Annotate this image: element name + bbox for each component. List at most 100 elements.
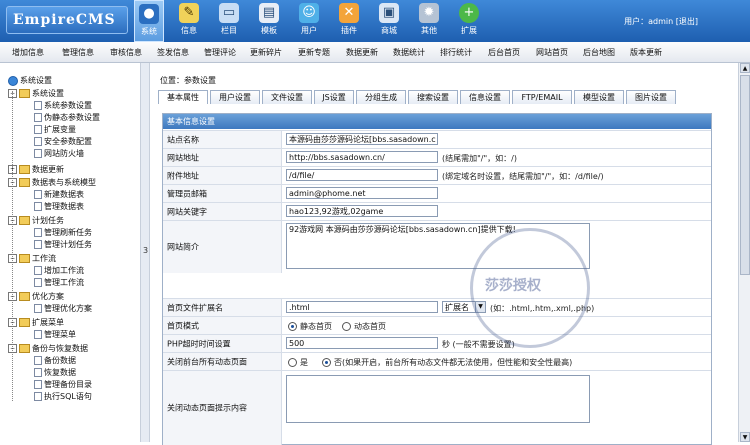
folder-icon: [19, 89, 30, 98]
tree-item-system-params[interactable]: 系统参数设置: [34, 100, 92, 111]
subnav-add-info[interactable]: 增加信息: [12, 47, 44, 58]
subnav-admin-home[interactable]: 后台首页: [488, 47, 520, 58]
subnav-audit-info[interactable]: 审核信息: [110, 47, 142, 58]
collapse-icon: −: [8, 89, 17, 98]
folder-icon: ▭: [219, 3, 239, 23]
tree-item-run-sql[interactable]: 执行SQL语句: [34, 391, 92, 402]
tab-user[interactable]: 用户设置: [210, 90, 260, 104]
tree-item-firewall[interactable]: 网站防火墙: [34, 148, 84, 159]
admin-email-input[interactable]: admin@phome.net: [286, 187, 438, 199]
document-icon: [34, 228, 42, 237]
subnav-rank-stats[interactable]: 排行统计: [440, 47, 472, 58]
php-timeout-input[interactable]: 500: [286, 337, 438, 349]
tab-image[interactable]: 图片设置: [626, 90, 676, 104]
folder-icon: [19, 344, 30, 353]
tree-folder-extend-menu[interactable]: − 扩展菜单: [8, 317, 64, 328]
document-icon: [34, 101, 42, 110]
document-icon: [34, 304, 42, 313]
nav-column[interactable]: ▭ 栏目: [214, 0, 244, 42]
main-content: 位置：参数设置 基本属性 用户设置 文件设置 JS设置 分组生成 搜索设置 信息…: [150, 63, 738, 445]
tab-info[interactable]: 信息设置: [460, 90, 510, 104]
subnav-update-fragment[interactable]: 更新碎片: [250, 47, 282, 58]
tree-item-manage-workflow[interactable]: 管理工作流: [34, 277, 84, 288]
collapse-icon: −: [8, 178, 17, 187]
attach-url-input[interactable]: /d/file/: [286, 169, 438, 181]
close-dynamic-yes-radio[interactable]: 是: [288, 357, 308, 368]
tree-item-manage-tables[interactable]: 管理数据表: [34, 201, 84, 212]
nav-shop[interactable]: ▣ 商城: [374, 0, 404, 42]
nav-plugin[interactable]: ✕ 插件: [334, 0, 364, 42]
tab-search[interactable]: 搜索设置: [408, 90, 458, 104]
tab-model[interactable]: 模型设置: [574, 90, 624, 104]
globe-icon: [8, 75, 18, 86]
tree-item-rewrite-params[interactable]: 伪静态参数设置: [34, 112, 100, 123]
tree-folder-backup[interactable]: − 备份与恢复数据: [8, 343, 88, 354]
tree-item-backup-dir[interactable]: 管理备份目录: [34, 379, 92, 390]
tree-item-manage-optimize[interactable]: 管理优化方案: [34, 303, 92, 314]
tree-item-cron-tasks[interactable]: 管理计划任务: [34, 239, 92, 250]
subnav-manage-info[interactable]: 管理信息: [62, 47, 94, 58]
tools-icon: ✕: [339, 3, 359, 23]
scroll-down-icon[interactable]: ▼: [740, 432, 750, 442]
index-mode-static-radio[interactable]: 静态首页: [288, 321, 332, 332]
tree-folder-system-settings[interactable]: − 系统设置: [8, 88, 64, 99]
nav-info[interactable]: ✎ 信息: [174, 0, 204, 42]
index-mode-dynamic-radio[interactable]: 动态首页: [342, 321, 386, 332]
site-name-input[interactable]: 本源码由莎莎源码论坛[bbs.sasadown.c: [286, 133, 438, 145]
subnav-admin-map[interactable]: 后台地图: [583, 47, 615, 58]
document-icon: [34, 240, 42, 249]
row-site-name: 站点名称 本源码由莎莎源码论坛[bbs.sasadown.c: [163, 130, 711, 148]
user-logout-link[interactable]: 用户：admin [退出]: [624, 16, 698, 27]
nav-extend[interactable]: + 扩展: [454, 0, 484, 42]
tree-item-add-workflow[interactable]: 增加工作流: [34, 265, 84, 276]
tree-item-backup-data[interactable]: 备份数据: [34, 355, 76, 366]
keywords-input[interactable]: hao123,92游戏,02game: [286, 205, 438, 217]
close-tip-textarea[interactable]: [286, 375, 590, 423]
subnav-manage-comment[interactable]: 管理评论: [204, 47, 236, 58]
empirecms-logo[interactable]: EmpireCMS: [6, 6, 128, 34]
subnav-data-stats[interactable]: 数据统计: [393, 47, 425, 58]
tab-file[interactable]: 文件设置: [262, 90, 312, 104]
row-intro: 网站简介 92游戏网 本源码由莎莎源码论坛[bbs.sasadown.cn]提供…: [163, 220, 711, 273]
radio-selected-icon: [322, 358, 331, 367]
nav-system[interactable]: ● 系统: [134, 0, 164, 42]
tab-js[interactable]: JS设置: [314, 90, 354, 104]
document-icon: [34, 392, 42, 401]
site-url-input[interactable]: http://bbs.sasadown.cn/: [286, 151, 438, 163]
vertical-scrollbar[interactable]: ▲ ▼: [738, 63, 750, 442]
subnav-sign-info[interactable]: 签发信息: [157, 47, 189, 58]
watermark-seal: 莎莎授权: [470, 228, 590, 348]
tree-folder-tables-models[interactable]: − 数据表与系统模型: [8, 177, 96, 188]
tree-item-restore-data[interactable]: 恢复数据: [34, 367, 76, 378]
sidebar-splitter[interactable]: 3: [141, 63, 150, 442]
subnav-site-home[interactable]: 网站首页: [536, 47, 568, 58]
tab-group-gen[interactable]: 分组生成: [356, 90, 406, 104]
scroll-up-icon[interactable]: ▲: [740, 63, 750, 73]
tree-item-extend-vars[interactable]: 扩展变量: [34, 124, 76, 135]
subnav-version-update[interactable]: 版本更新: [630, 47, 662, 58]
tree-folder-cron[interactable]: − 计划任务: [8, 215, 64, 226]
nav-template[interactable]: ▤ 模板: [254, 0, 284, 42]
scroll-thumb[interactable]: [740, 75, 750, 275]
row-keywords: 网站关键字 hao123,92游戏,02game: [163, 202, 711, 220]
subnav-data-update[interactable]: 数据更新: [346, 47, 378, 58]
tree-item-security-config[interactable]: 安全参数配置: [34, 136, 92, 147]
nav-other[interactable]: ✹ 其他: [414, 0, 444, 42]
tree-item-new-table[interactable]: 新建数据表: [34, 189, 84, 200]
document-icon: [34, 266, 42, 275]
tree-folder-optimize[interactable]: − 优化方案: [8, 291, 64, 302]
basic-settings-form: 基本信息设置 站点名称 本源码由莎莎源码论坛[bbs.sasadown.c 网站…: [162, 113, 712, 445]
nav-user[interactable]: ☺ 用户: [294, 0, 324, 42]
close-dynamic-no-radio[interactable]: 否(如果开启，前台所有动态文件都无法使用，但性能和安全性最高): [322, 357, 572, 368]
tab-basic[interactable]: 基本属性: [158, 90, 208, 104]
tree-folder-workflow[interactable]: − 工作流: [8, 253, 56, 264]
subnav-update-topic[interactable]: 更新专题: [298, 47, 330, 58]
tree-item-manage-menu[interactable]: 管理菜单: [34, 329, 76, 340]
index-ext-input[interactable]: .html: [286, 301, 438, 313]
collapse-icon: −: [8, 254, 17, 263]
tree-folder-data-update[interactable]: + 数据更新: [8, 164, 64, 175]
document-icon: [34, 278, 42, 287]
tab-ftp-email[interactable]: FTP/EMAIL: [512, 90, 572, 104]
tree-item-refresh-tasks[interactable]: 管理刷新任务: [34, 227, 92, 238]
folder-icon: [19, 165, 30, 174]
